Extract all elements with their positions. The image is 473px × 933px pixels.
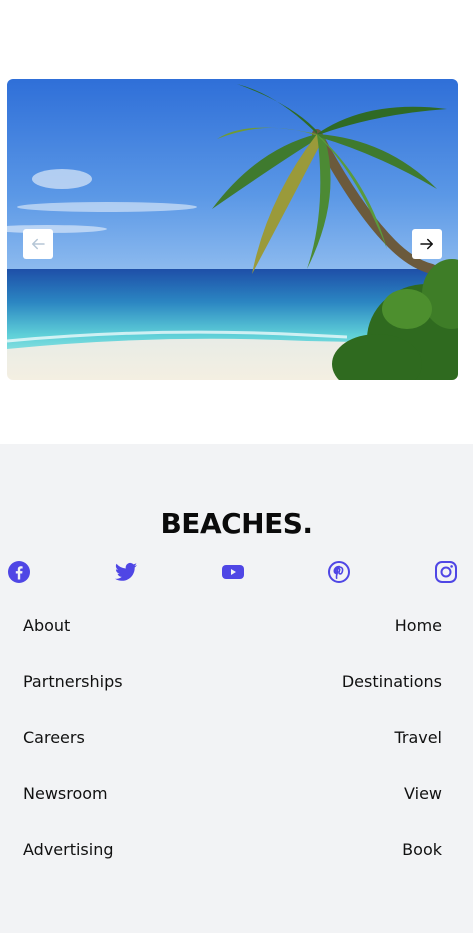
footer-link-newsroom[interactable]: Newsroom [23,784,108,803]
footer-link-careers[interactable]: Careers [23,728,85,747]
footer-link-about[interactable]: About [23,616,70,635]
page: BEACHES. About Partnerships Careers News… [0,0,473,933]
footer-link-destinations[interactable]: Destinations [342,672,442,691]
footer-link-travel[interactable]: Travel [394,728,442,747]
arrow-left-icon [32,238,45,250]
youtube-link[interactable] [221,560,245,584]
twitter-link[interactable] [114,560,138,584]
footer-link-advertising[interactable]: Advertising [23,840,114,859]
youtube-icon [222,565,244,579]
arrow-right-icon [420,238,433,250]
carousel-next-button[interactable] [412,229,442,259]
pinterest-link[interactable] [327,560,351,584]
footer-link-book[interactable]: Book [402,840,442,859]
twitter-icon [115,562,137,581]
instagram-link[interactable] [434,560,458,584]
footer-brand: BEACHES. [160,507,313,540]
facebook-link[interactable] [7,560,31,584]
instagram-icon [435,561,457,583]
footer-link-home[interactable]: Home [395,616,442,635]
footer-link-partnerships[interactable]: Partnerships [23,672,123,691]
pinterest-icon [328,561,350,583]
footer: BEACHES. About Partnerships Careers News… [0,444,473,933]
image-carousel [7,79,458,380]
facebook-icon [8,561,30,583]
carousel-prev-button[interactable] [23,229,53,259]
beach-image [7,79,458,380]
footer-link-view[interactable]: View [404,784,442,803]
social-links [0,560,473,584]
